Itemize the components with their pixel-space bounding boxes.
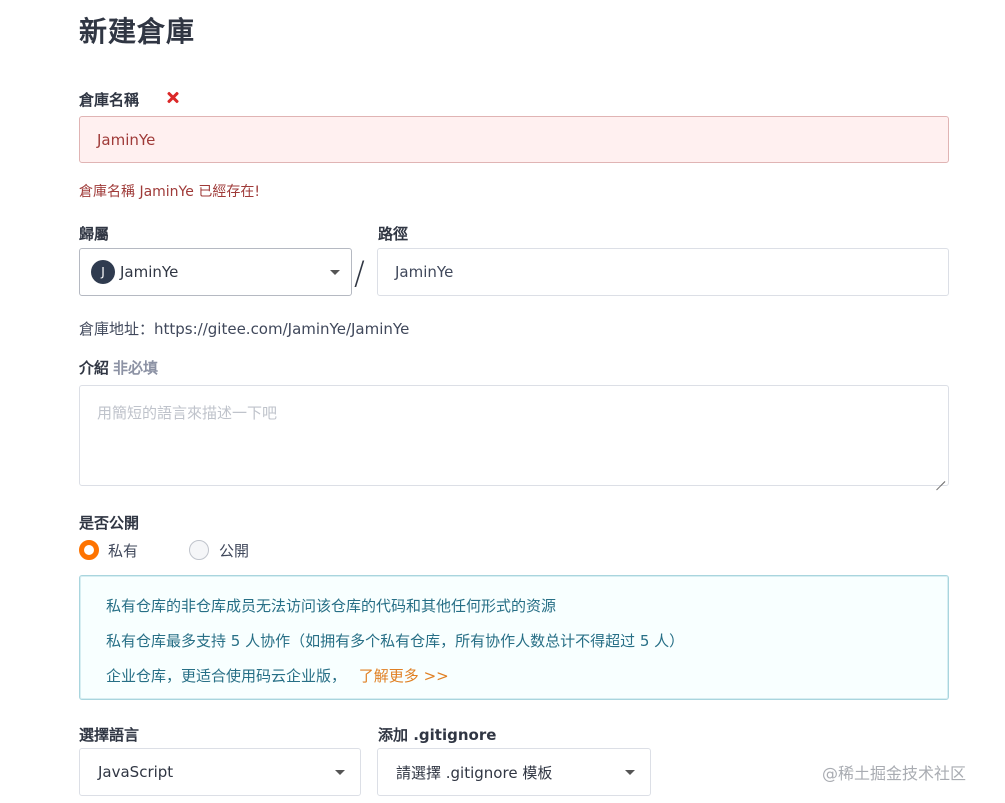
info-line-1: 私有仓库的非仓库成员无法访问该仓库的代码和其他任何形式的资源 (106, 597, 557, 615)
learn-more-link[interactable]: 了解更多 >> (359, 667, 449, 685)
info-line-3-text: 企业仓库，更适合使用码云企业版， (106, 667, 347, 685)
info-line-2: 私有仓库最多支持 5 人协作（如拥有多个私有仓库，所有协作人数总计不得超过 5 … (106, 632, 685, 650)
page-title: 新建倉庫 (79, 15, 196, 48)
description-label-text: 介紹 (79, 359, 110, 377)
avatar: J (91, 260, 115, 284)
language-select[interactable]: JavaScript (79, 748, 361, 796)
chevron-down-icon (625, 770, 635, 775)
repo-name-label: 倉庫名稱 (79, 91, 140, 109)
repo-address: 倉庫地址：https://gitee.com/JaminYe/JaminYe (79, 320, 410, 338)
watermark: @稀土掘金技术社区 (822, 764, 967, 783)
radio-public[interactable] (189, 540, 209, 560)
language-value: JavaScript (98, 763, 174, 781)
path-value: JaminYe (395, 263, 454, 281)
path-input[interactable]: JaminYe (377, 248, 949, 296)
path-label: 路徑 (378, 225, 409, 243)
path-separator: / (354, 254, 365, 292)
repo-name-error-message: 倉庫名稱 JaminYe 已經存在! (79, 184, 260, 200)
chevron-down-icon (330, 270, 340, 275)
owner-value: JaminYe (120, 263, 179, 281)
gitignore-label: 添加 .gitignore (378, 726, 497, 744)
description-label: 介紹 非必填 (79, 357, 158, 378)
repo-name-value: JaminYe (97, 130, 156, 149)
error-icon (164, 89, 182, 107)
optional-tag: 非必填 (113, 359, 159, 377)
language-label: 選擇語言 (79, 726, 140, 744)
info-message-box: 私有仓库的非仓库成员无法访问该仓库的代码和其他任何形式的资源 私有仓库最多支持 … (79, 575, 949, 700)
gitignore-value: 請選擇 .gitignore 模板 (396, 763, 553, 782)
resize-handle-icon[interactable] (935, 472, 945, 482)
radio-private-label[interactable]: 私有 (108, 540, 138, 561)
description-textarea[interactable]: 用簡短的語言來描述一下吧 (79, 385, 949, 486)
chevron-down-icon (335, 770, 345, 775)
owner-label: 歸屬 (79, 225, 110, 243)
description-placeholder: 用簡短的語言來描述一下吧 (97, 404, 278, 422)
radio-private[interactable] (79, 540, 99, 560)
info-line-3: 企业仓库，更适合使用码云企业版， 了解更多 >> (106, 665, 449, 686)
gitignore-select[interactable]: 請選擇 .gitignore 模板 (377, 748, 651, 796)
visibility-label: 是否公開 (79, 514, 140, 532)
radio-public-label[interactable]: 公開 (219, 540, 249, 561)
owner-select[interactable]: J JaminYe (79, 248, 352, 296)
repo-name-input[interactable]: JaminYe (79, 116, 949, 163)
